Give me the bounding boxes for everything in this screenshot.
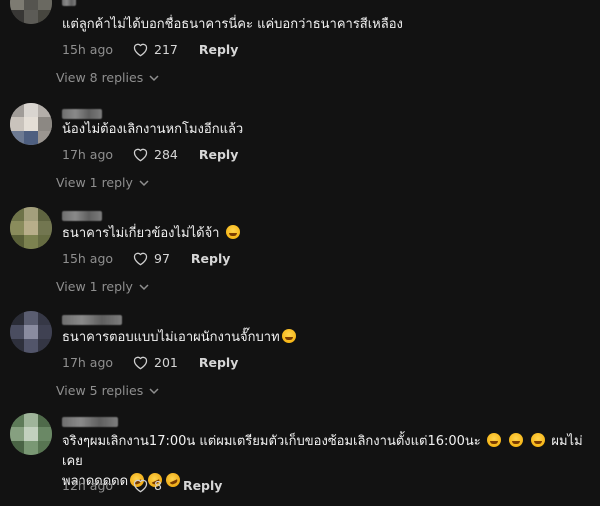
comment-time: 17h ago <box>62 354 114 370</box>
username-blurred[interactable] <box>62 109 102 119</box>
comment-item: ธนาคารไม่เกี่ยวข้องไม่ได้จ้า 15h ago 97 … <box>0 204 600 299</box>
comment-item: ธนาคารตอบแบบไม่เอาผนักงานจั๊กบาท 17h ago… <box>0 308 600 403</box>
comment-meta: 17h ago 284 Reply <box>62 145 238 163</box>
like-button[interactable]: 217 <box>132 41 178 57</box>
reply-button[interactable]: Reply <box>191 251 230 266</box>
view-replies-button[interactable]: View 5 replies <box>56 383 159 398</box>
comment-text: น้องไม่ต้องเลิกงานหกโมงอีกแล้ว <box>62 122 244 137</box>
like-button[interactable]: 8 <box>132 477 162 493</box>
comment-text-body: ธนาคารตอบแบบไม่เอาผนักงานจั๊กบาท <box>62 330 280 345</box>
comment-time: 12h ago <box>62 477 114 493</box>
comment-meta: 12h ago 8 Reply <box>62 476 222 494</box>
username-blurred[interactable] <box>62 211 102 221</box>
avatar[interactable] <box>10 207 52 249</box>
username-blurred[interactable] <box>62 417 118 427</box>
like-button[interactable]: 284 <box>132 146 178 162</box>
like-button[interactable]: 97 <box>132 250 170 266</box>
username-blurred[interactable] <box>62 0 76 6</box>
grinning-face-emoji <box>509 433 524 447</box>
view-replies-button[interactable]: View 8 replies <box>56 70 159 85</box>
heart-outline-icon <box>133 252 148 266</box>
comment-time: 17h ago <box>62 146 114 162</box>
avatar[interactable] <box>10 311 52 353</box>
view-replies-label: View 8 replies <box>56 70 144 85</box>
chevron-down-icon <box>149 74 159 81</box>
grinning-face-emoji <box>531 433 546 447</box>
comment-meta: 15h ago 97 Reply <box>62 249 230 267</box>
comment-text: ธนาคารไม่เกี่ยวข้องไม่ได้จ้า <box>62 224 586 244</box>
chevron-down-icon <box>149 387 159 394</box>
heart-outline-icon <box>133 479 148 493</box>
heart-outline-icon <box>133 148 148 162</box>
view-replies-label: View 1 reply <box>56 279 133 294</box>
like-count: 217 <box>154 41 178 57</box>
comment-item: น้องไม่ต้องเลิกงานหกโมงอีกแล้ว 17h ago 2… <box>0 100 600 195</box>
comment-item: แต่ลูกค้าไม่ได้บอกชื่อธนาคารนี่คะ แค่บอก… <box>0 0 600 95</box>
comment-time: 15h ago <box>62 250 114 266</box>
grinning-face-emoji <box>486 433 501 447</box>
heart-outline-icon <box>133 43 148 57</box>
username-blurred[interactable] <box>62 315 122 325</box>
like-count: 201 <box>154 354 178 370</box>
comment-item: จริงๆผมเลิกงาน17:00น แต่ผมเตรียมตัวเก็บข… <box>0 410 600 506</box>
like-button[interactable]: 201 <box>132 354 178 370</box>
like-count: 284 <box>154 146 178 162</box>
comment-meta: 17h ago 201 Reply <box>62 353 238 371</box>
reply-button[interactable]: Reply <box>199 355 238 370</box>
like-count: 8 <box>154 477 162 493</box>
chevron-down-icon <box>139 283 149 290</box>
avatar[interactable] <box>10 0 52 24</box>
laughing-face-emoji <box>281 329 296 343</box>
comment-text: แต่ลูกค้าไม่ได้บอกชื่อธนาคารนี่คะ แค่บอก… <box>62 17 403 32</box>
comment-time: 15h ago <box>62 41 114 57</box>
avatar[interactable] <box>10 103 52 145</box>
chevron-down-icon <box>139 179 149 186</box>
reply-button[interactable]: Reply <box>199 147 238 162</box>
reply-button[interactable]: Reply <box>199 42 238 57</box>
heart-outline-icon <box>133 356 148 370</box>
view-replies-button[interactable]: View 1 reply <box>56 279 149 294</box>
comment-meta: 15h ago 217 Reply <box>62 40 238 58</box>
comment-text-line1: จริงๆผมเลิกงาน17:00น แต่ผมเตรียมตัวเก็บข… <box>62 434 481 449</box>
view-replies-label: View 5 replies <box>56 383 144 398</box>
comment-text-body: ธนาคารไม่เกี่ยวข้องไม่ได้จ้า <box>62 226 220 241</box>
view-replies-button[interactable]: View 1 reply <box>56 175 149 190</box>
avatar[interactable] <box>10 413 52 455</box>
like-count: 97 <box>154 250 170 266</box>
view-replies-label: View 1 reply <box>56 175 133 190</box>
comment-text: ธนาคารตอบแบบไม่เอาผนักงานจั๊กบาท <box>62 328 586 348</box>
grinning-face-emoji <box>225 225 240 239</box>
reply-button[interactable]: Reply <box>183 478 222 493</box>
